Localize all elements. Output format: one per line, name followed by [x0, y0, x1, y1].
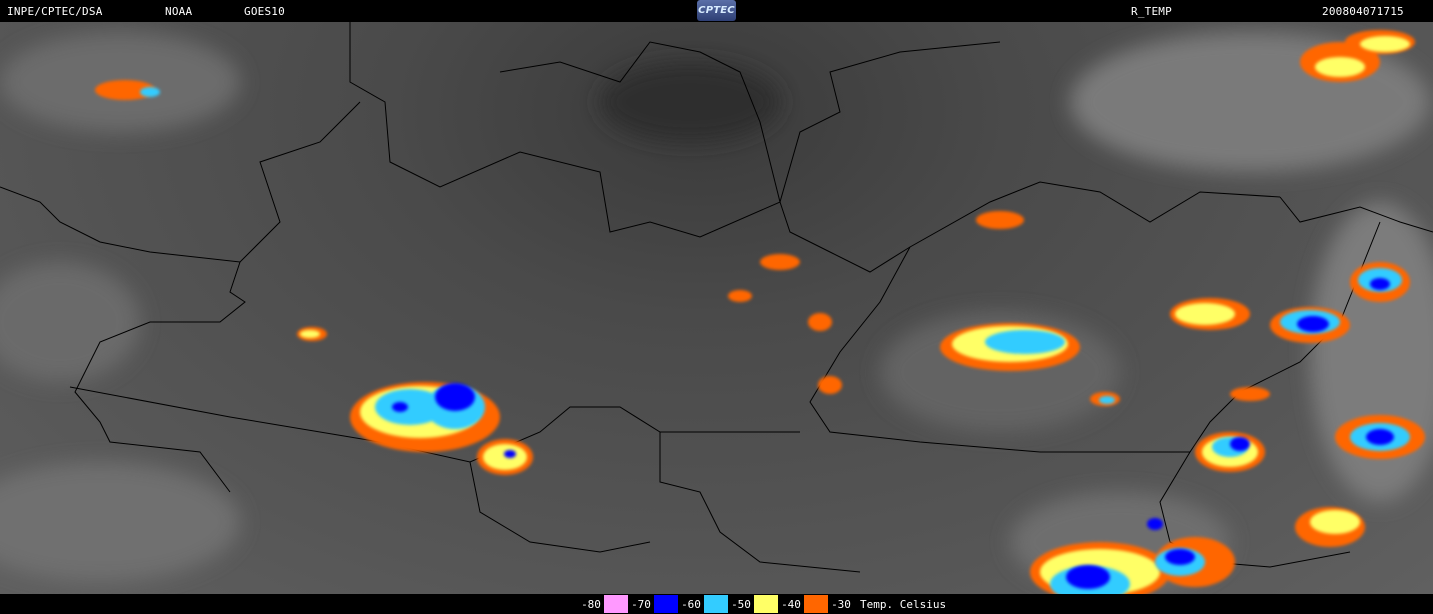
legend-row: -80 -70 -60 -50 -40 -30 Temp. Celsius	[578, 595, 946, 613]
legend-swatch	[754, 595, 778, 613]
legend-swatch	[604, 595, 628, 613]
legend-item: -40	[778, 595, 828, 613]
legend-label: -50	[731, 597, 751, 611]
satellite-image	[0, 22, 1433, 594]
legend-unit: Temp. Celsius	[860, 597, 947, 611]
legend-label: -40	[781, 597, 801, 611]
legend-item: -60	[678, 595, 728, 613]
legend-label: -80	[581, 597, 601, 611]
legend-item: -70	[628, 595, 678, 613]
satellite-map-svg	[0, 22, 1433, 594]
temperature-legend: -80 -70 -60 -50 -40 -30 Temp. Celsius	[0, 594, 1433, 614]
legend-swatch	[804, 595, 828, 613]
legend-item: -50	[728, 595, 778, 613]
legend-item: -30	[828, 595, 854, 613]
legend-label: -60	[681, 597, 701, 611]
legend-item: -80	[578, 595, 628, 613]
legend-swatch	[654, 595, 678, 613]
header-bar: INPE/CPTEC/DSA NOAA GOES10 CPTEC R_TEMP …	[0, 0, 1433, 22]
agency-label: NOAA	[165, 5, 193, 18]
cptec-logo: CPTEC	[697, 0, 736, 21]
legend-label: -70	[631, 597, 651, 611]
legend-label: -30	[831, 597, 851, 611]
datetime-label: 200804071715	[1322, 5, 1404, 18]
legend-swatch	[704, 595, 728, 613]
satellite-label: GOES10	[244, 5, 285, 18]
product-label: R_TEMP	[1131, 5, 1172, 18]
cloud-top-blue	[392, 278, 1394, 589]
source-label: INPE/CPTEC/DSA	[7, 5, 103, 18]
